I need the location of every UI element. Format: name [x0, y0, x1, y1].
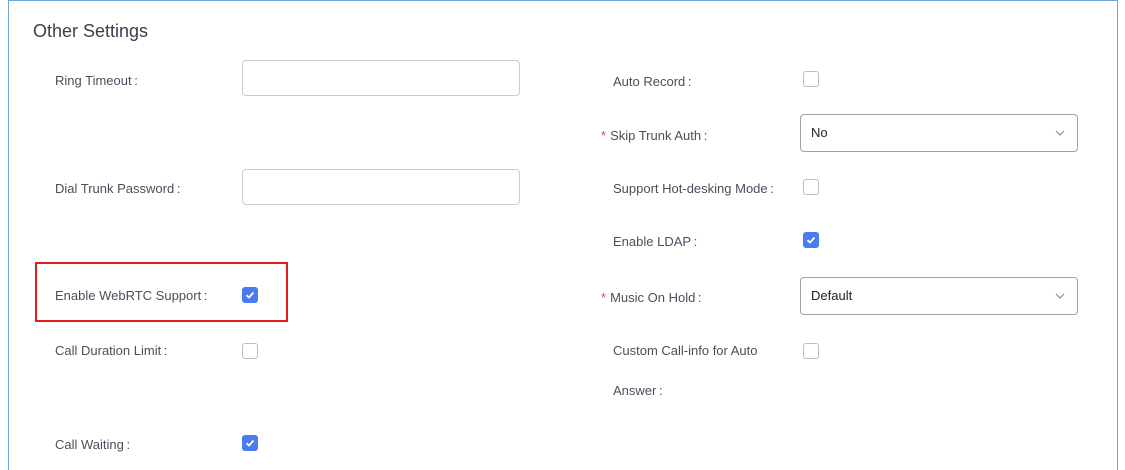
ring-timeout-label: Ring Timeout :: [55, 73, 138, 88]
hot-desking-label: Support Hot-desking Mode :: [613, 181, 774, 196]
check-icon: [806, 236, 816, 244]
auto-record-label: Auto Record :: [613, 74, 692, 89]
hot-desking-checkbox[interactable]: [803, 179, 819, 195]
music-on-hold-select[interactable]: Default: [800, 277, 1078, 315]
chevron-down-icon: [1055, 130, 1065, 136]
required-mark: *: [601, 128, 607, 143]
other-settings-panel: Other Settings Ring Timeout : Dial Trunk…: [8, 0, 1118, 470]
call-duration-limit-checkbox[interactable]: [242, 343, 258, 359]
webrtc-highlight-box: [35, 262, 288, 322]
call-duration-limit-label: Call Duration Limit :: [55, 343, 168, 358]
section-title: Other Settings: [33, 21, 149, 41]
required-mark: *: [601, 290, 607, 305]
custom-call-info-label-line2: Answer :: [613, 383, 663, 398]
skip-trunk-auth-select[interactable]: No: [800, 114, 1078, 152]
dial-trunk-password-input[interactable]: [242, 169, 520, 205]
auto-record-checkbox[interactable]: [803, 71, 819, 87]
call-waiting-checkbox[interactable]: [242, 435, 258, 451]
call-waiting-label: Call Waiting :: [55, 437, 131, 452]
music-on-hold-label: * Music On Hold :: [601, 290, 702, 305]
check-icon: [245, 439, 255, 447]
skip-trunk-auth-label: * Skip Trunk Auth :: [601, 128, 708, 143]
chevron-down-icon: [1055, 293, 1065, 299]
dial-trunk-password-label: Dial Trunk Password :: [55, 181, 181, 196]
enable-ldap-checkbox[interactable]: [803, 232, 819, 248]
custom-call-info-checkbox[interactable]: [803, 343, 819, 359]
enable-ldap-label: Enable LDAP :: [613, 234, 698, 249]
music-on-hold-value: Default: [811, 288, 853, 303]
ring-timeout-input[interactable]: [242, 60, 520, 96]
custom-call-info-label-line1: Custom Call-info for Auto: [613, 343, 758, 358]
skip-trunk-auth-value: No: [811, 125, 828, 140]
